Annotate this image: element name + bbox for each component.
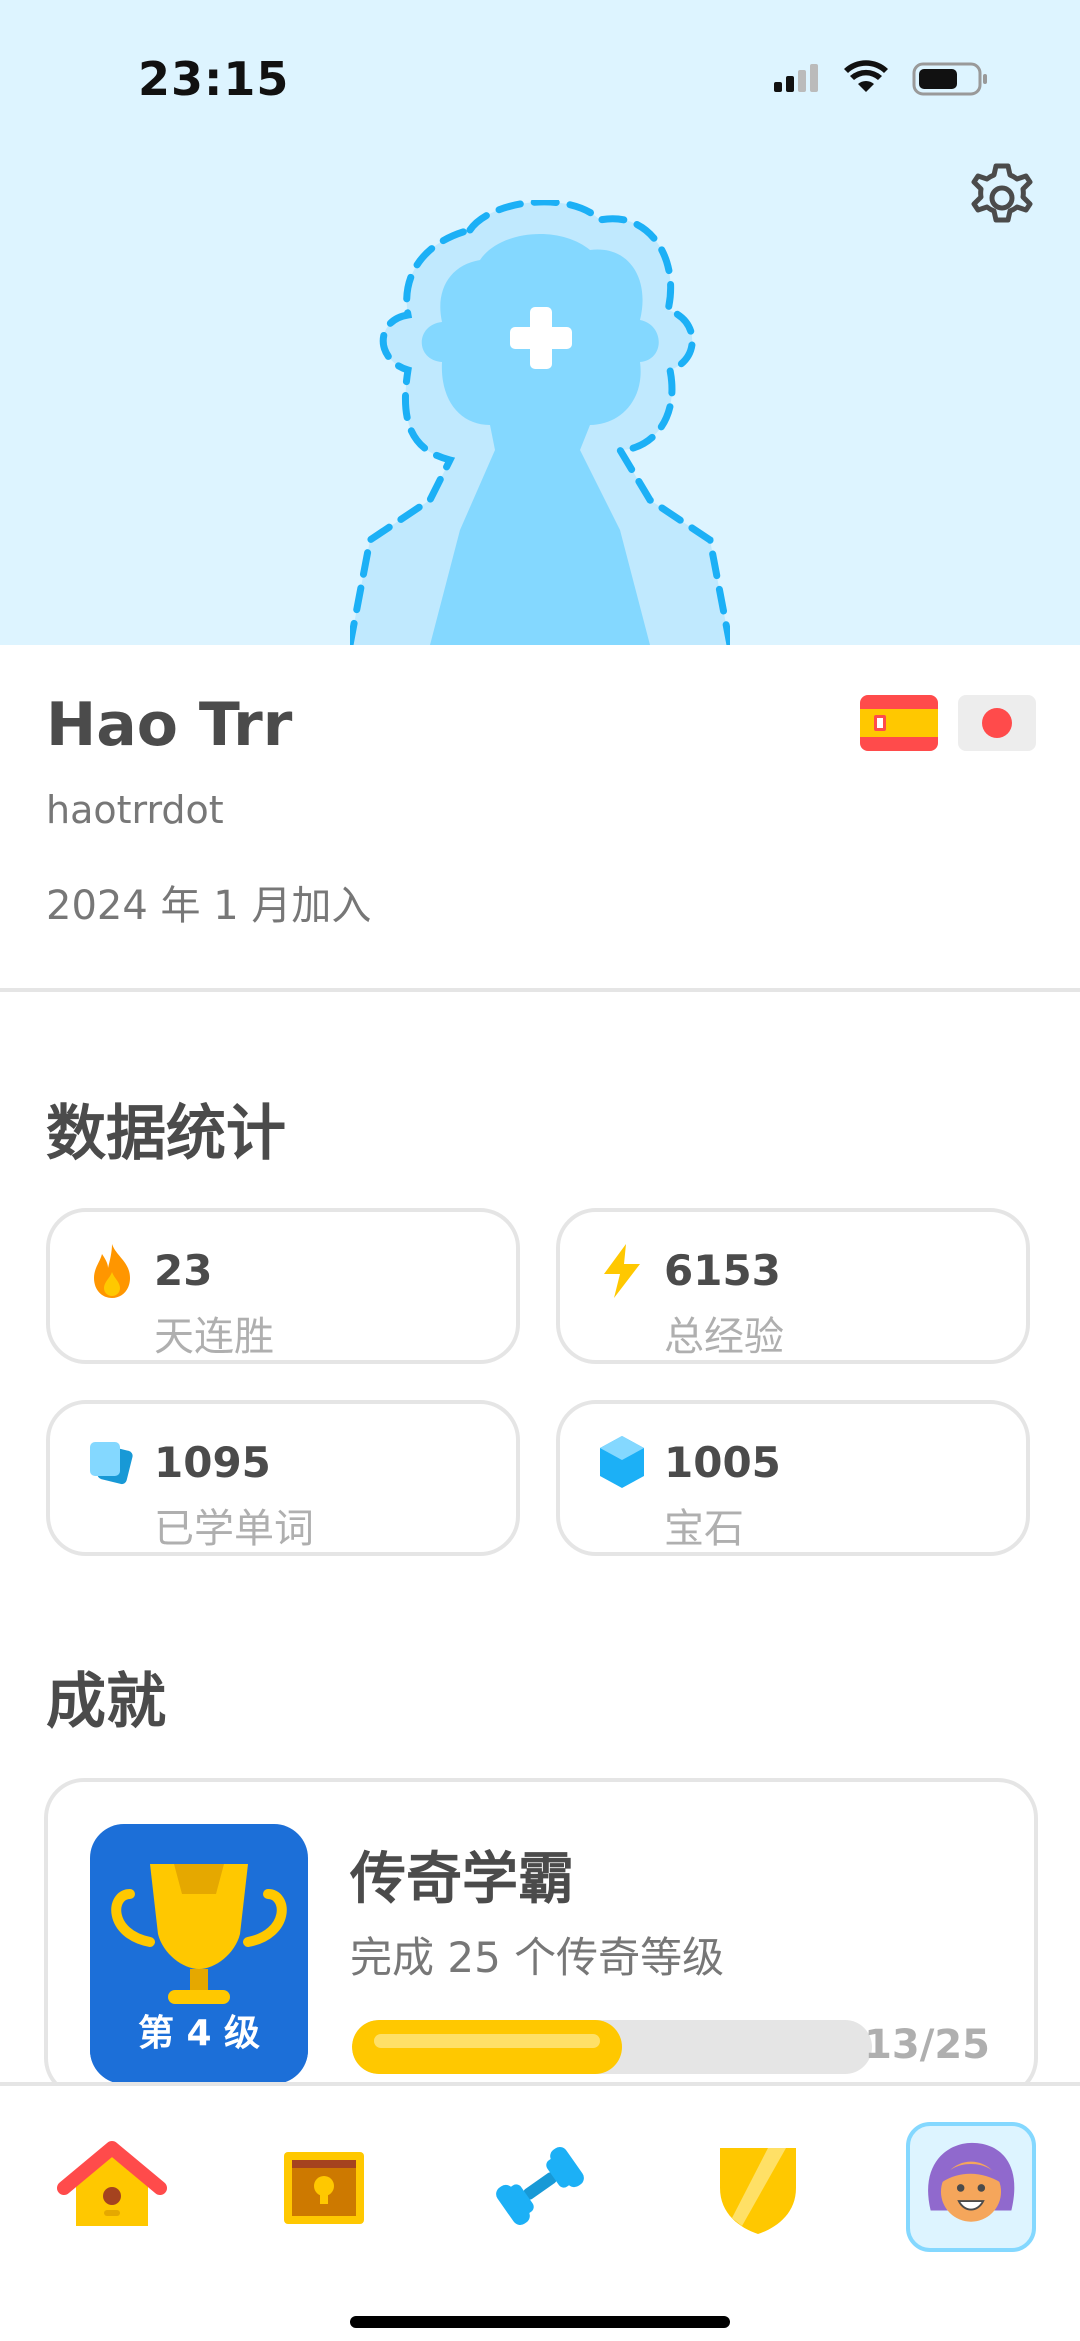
lightning-icon <box>596 1242 648 1298</box>
stat-card-streak: 23 天连胜 <box>46 1208 520 1364</box>
cards-icon <box>86 1434 138 1490</box>
profile-tab[interactable] <box>906 2122 1036 2252</box>
user-avatar-icon <box>928 2142 1015 2222</box>
settings-gear-icon[interactable] <box>964 160 1040 236</box>
status-icons <box>774 60 994 104</box>
treasure-chest-icon <box>284 2152 364 2224</box>
achievement-badge: 第 4 级 <box>90 1824 308 2084</box>
achievement-progress-bar <box>352 2020 872 2074</box>
shield-icon <box>720 2148 796 2234</box>
profile-info: Hao Trr haotrrdot 2024 年 1 月加入 <box>0 645 1080 990</box>
achievements-section-title: 成就 <box>46 1667 166 1737</box>
wifi-icon <box>844 60 888 92</box>
stat-value: 1005 <box>664 1438 781 1487</box>
stat-value: 6153 <box>664 1246 781 1295</box>
stat-label: 天连胜 <box>154 1314 274 1360</box>
stats-section-title: 数据统计 <box>46 1099 286 1169</box>
status-time: 23:15 <box>138 52 290 106</box>
japan-flag-icon[interactable] <box>958 695 1036 751</box>
flame-icon <box>86 1242 138 1298</box>
bottom-tab-bar <box>0 2082 1080 2341</box>
battery-icon <box>912 62 987 96</box>
stat-card-xp: 6153 总经验 <box>556 1208 1030 1364</box>
home-indicator <box>350 2316 730 2328</box>
profile-header: 23:15 <box>0 0 1080 645</box>
profile-name: Hao Trr <box>46 690 293 760</box>
profile-joined-date: 2024 年 1 月加入 <box>46 883 372 929</box>
stat-value: 23 <box>154 1246 213 1295</box>
practice-tab[interactable] <box>480 2126 600 2246</box>
signal-icon <box>774 64 818 92</box>
league-tab[interactable] <box>698 2126 818 2246</box>
achievement-level: 第 4 级 <box>137 2013 261 2054</box>
stat-label: 宝石 <box>664 1506 744 1552</box>
add-avatar-button[interactable] <box>346 198 734 645</box>
progress-shine <box>374 2034 601 2048</box>
stat-card-gems: 1005 宝石 <box>556 1400 1030 1556</box>
home-tab[interactable] <box>52 2126 172 2246</box>
profile-username: haotrrdot <box>46 788 224 832</box>
house-icon <box>57 2141 167 2226</box>
section-divider <box>0 988 1080 992</box>
gem-icon <box>596 1434 648 1490</box>
spain-flag-icon[interactable] <box>860 695 938 751</box>
achievement-title: 传奇学霸 <box>350 1847 574 1912</box>
stat-label: 已学单词 <box>154 1506 314 1552</box>
achievement-description: 完成 25 个传奇等级 <box>350 1933 725 1982</box>
achievement-card[interactable]: 第 4 级 传奇学霸 完成 25 个传奇等级 13/25 <box>44 1778 1038 2098</box>
stat-card-words: 1095 已学单词 <box>46 1400 520 1556</box>
stat-label: 总经验 <box>664 1314 784 1360</box>
achievement-progress-text: 13/25 <box>864 2022 990 2068</box>
treasure-tab[interactable] <box>264 2126 384 2246</box>
stat-value: 1095 <box>154 1438 271 1487</box>
dumbbell-icon <box>496 2147 584 2225</box>
